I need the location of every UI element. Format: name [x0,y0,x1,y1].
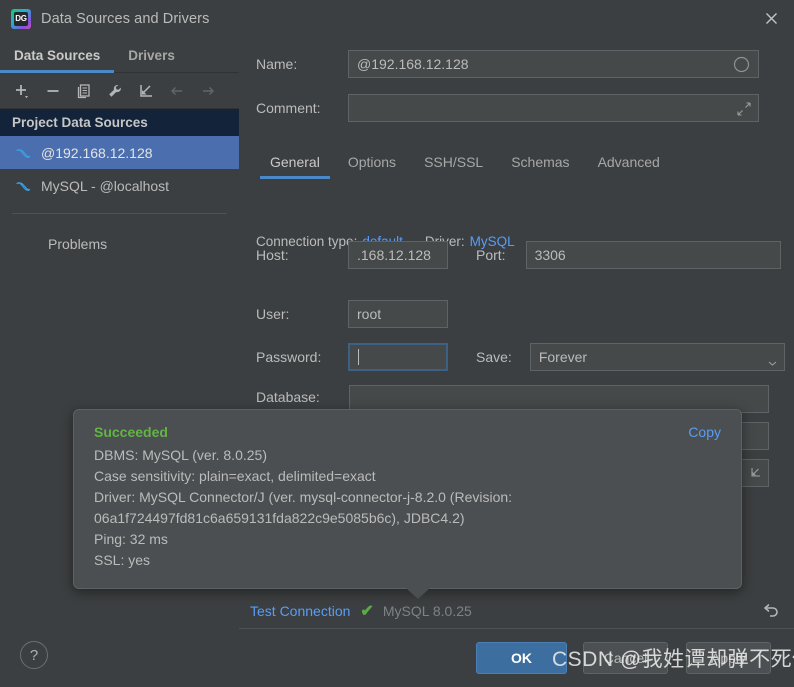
left-panel-tabs: Data Sources Drivers [0,37,239,73]
port-label: Port: [476,247,506,263]
chevron-down-icon [768,354,777,370]
revert-icon[interactable] [760,600,782,622]
host-row: Host: .168.12.128 Port: 3306 [256,241,781,269]
tab-ssh-ssl[interactable]: SSH/SSL [410,145,497,179]
user-row: User: root [256,300,448,328]
mysql-dolphin-icon [14,144,32,162]
remove-button[interactable] [39,77,67,105]
user-input[interactable]: root [348,300,448,328]
sidebar-divider [12,213,227,214]
sidebar-item-mysql-localhost[interactable]: MySQL - @localhost [0,169,239,202]
success-check-icon: ✔ [360,602,374,620]
tab-data-sources[interactable]: Data Sources [0,38,115,73]
name-label: Name: [256,56,298,72]
password-input[interactable] [348,343,448,371]
balloon-line-dbms: DBMS: MySQL (ver. 8.0.25) [94,447,267,463]
datagrip-logo-icon [11,8,31,29]
ok-button[interactable]: OK [476,642,567,674]
import-arrow-icon[interactable] [132,77,160,105]
settings-tabs: General Options SSH/SSL Schemas Advanced [256,143,786,179]
balloon-tail [406,588,430,599]
user-label: User: [256,306,290,322]
forward-button[interactable] [194,77,222,105]
save-dropdown[interactable]: Forever [529,343,785,371]
balloon-line-case-sensitivity: Case sensitivity: plain=exact, delimited… [94,468,376,484]
balloon-line-ssl: SSL: yes [94,552,151,568]
comment-label: Comment: [256,100,321,116]
expand-icon[interactable] [737,102,751,119]
duplicate-button[interactable] [70,77,98,105]
port-input[interactable]: 3306 [525,241,781,269]
text-caret [358,349,359,365]
balloon-line-ping: Ping: 32 ms [94,531,168,547]
tab-options[interactable]: Options [334,145,410,179]
balloon-status: Succeeded [94,424,168,440]
dialog-footer: ? OK Cancel Apply [0,630,794,687]
comment-input[interactable] [348,94,759,122]
tab-advanced[interactable]: Advanced [584,145,674,179]
add-button[interactable] [8,77,36,105]
back-button[interactable] [163,77,191,105]
save-label: Save: [476,349,512,365]
sidebar-item-label: MySQL - @localhost [41,177,170,194]
data-sources-and-drivers-dialog: Data Sources and Drivers Data Sources Dr… [0,0,794,687]
test-connection-bar: Test Connection ✔ MySQL 8.0.25 [239,593,794,629]
window-title: Data Sources and Drivers [41,10,210,27]
name-row: Name: @192.168.12.128 [256,50,759,78]
copy-button[interactable]: Copy [688,424,721,440]
balloon-line-driver-1: Driver: MySQL Connector/J (ver. mysql-co… [94,489,513,505]
sidebar-item-problems[interactable]: Problems [0,229,239,259]
password-label: Password: [256,349,322,365]
window-titlebar: Data Sources and Drivers [0,0,794,37]
save-dropdown-value: Forever [538,349,588,365]
port-input-value: 3306 [534,247,566,263]
comment-row: Comment: [256,94,759,122]
properties-button[interactable] [101,77,129,105]
test-connection-button[interactable]: Test Connection [250,603,350,619]
name-input-value: @192.168.12.128 [357,56,469,72]
host-input[interactable]: .168.12.128 [348,241,448,269]
user-input-value: root [357,306,382,322]
mysql-dolphin-icon [14,177,32,195]
host-input-value: .168.12.128 [357,247,431,263]
project-data-sources-header: Project Data Sources [0,109,239,136]
sidebar-item-192-168-12-128[interactable]: @192.168.12.128 [0,136,239,169]
host-label: Host: [256,247,289,263]
sidebar-item-label: @192.168.12.128 [41,144,153,161]
test-connection-result-balloon: Succeeded Copy DBMS: MySQL (ver. 8.0.25)… [73,409,742,589]
driver-version-label: MySQL 8.0.25 [382,602,472,619]
balloon-line-driver-2: 06a1f724497fd81c6a659131fda822c9e5085b6c… [94,510,465,526]
close-icon[interactable] [748,0,794,37]
tab-drivers[interactable]: Drivers [114,38,189,72]
help-button[interactable]: ? [20,641,48,669]
tab-schemas[interactable]: Schemas [497,145,583,179]
tab-general[interactable]: General [256,145,334,179]
left-panel-toolbar [0,73,239,109]
apply-button[interactable]: Apply [686,642,771,674]
circle-indicator-icon [733,56,750,76]
import-arrow-icon[interactable] [749,466,762,484]
cancel-button[interactable]: Cancel [583,642,668,674]
database-label: Database: [256,389,320,405]
password-row: Password: Save: Forever [256,343,785,371]
name-input[interactable]: @192.168.12.128 [348,50,759,78]
